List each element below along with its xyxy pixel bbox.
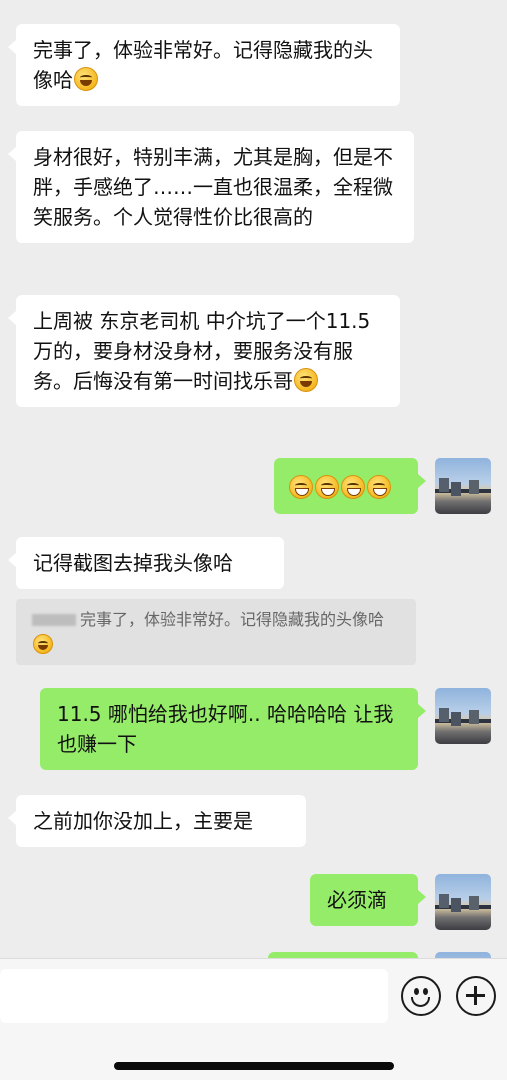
laugh-tears-emoji-icon	[294, 368, 318, 392]
message-input[interactable]	[0, 969, 388, 1023]
outgoing-message-bubble[interactable]	[274, 458, 426, 514]
laugh-tears-emoji-icon	[74, 67, 98, 91]
message-text: 记得截图去掉我头像哈	[33, 551, 233, 575]
grin-emoji-icon	[341, 475, 365, 499]
grin-emoji-icon	[289, 475, 313, 499]
home-indicator[interactable]	[114, 1062, 394, 1070]
my-avatar[interactable]	[435, 688, 491, 744]
incoming-message-bubble[interactable]: 完事了，体验非常好。记得隐藏我的头像哈	[8, 24, 400, 106]
message-text: 11.5 哪怕给我也好啊.. 哈哈哈哈 让我也赚一下	[57, 702, 394, 756]
incoming-message-bubble[interactable]: 之前加你没加上，主要是	[8, 795, 306, 847]
incoming-message-bubble[interactable]: 身材很好，特别丰满，尤其是胸，但是不胖，手感绝了……一直也很温柔，全程微笑服务。…	[8, 131, 414, 243]
my-avatar[interactable]	[435, 874, 491, 930]
quoted-message[interactable]: 完事了，体验非常好。记得隐藏我的头像哈	[16, 599, 416, 665]
grin-emoji-icon	[315, 475, 339, 499]
plus-circle-icon[interactable]	[456, 976, 496, 1016]
chat-area[interactable]: 完事了，体验非常好。记得隐藏我的头像哈 身材很好，特别丰满，尤其是胸，但是不胖，…	[0, 0, 507, 958]
grin-emoji-icon	[367, 475, 391, 499]
message-text: 必须滴	[327, 888, 387, 912]
message-text: 上周被 东京老司机 中介坑了一个11.5万的，要身材没身材，要服务没有服务。后悔…	[33, 309, 371, 393]
my-avatar[interactable]	[435, 458, 491, 514]
incoming-message-bubble[interactable]: 记得截图去掉我头像哈	[8, 537, 284, 589]
laugh-tears-emoji-icon	[33, 634, 53, 654]
outgoing-message-bubble[interactable]: 11.5 哪怕给我也好啊.. 哈哈哈哈 让我也赚一下	[40, 688, 426, 770]
message-text: 身材很好，特别丰满，尤其是胸，但是不胖，手感绝了……一直也很温柔，全程微笑服务。…	[33, 145, 393, 229]
smiley-icon[interactable]	[401, 976, 441, 1016]
incoming-message-bubble[interactable]: 上周被 东京老司机 中介坑了一个11.5万的，要身材没身材，要服务没有服务。后悔…	[8, 295, 400, 407]
message-text: 之前加你没加上，主要是	[33, 809, 253, 833]
outgoing-message-bubble[interactable]: 必须滴	[310, 874, 426, 926]
blurred-quote-sender	[32, 614, 76, 626]
quote-text: 完事了，体验非常好。记得隐藏我的头像哈	[80, 610, 385, 629]
